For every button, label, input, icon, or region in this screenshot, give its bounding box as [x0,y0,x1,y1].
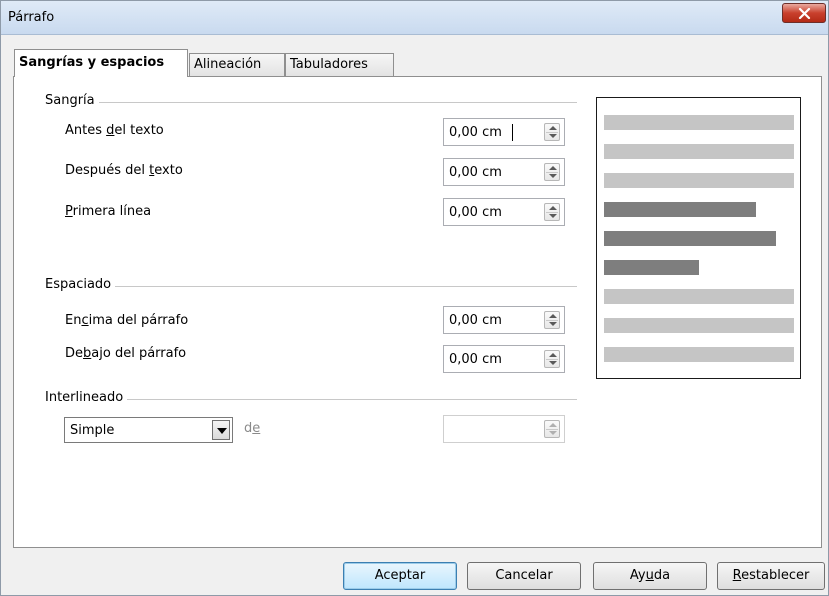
after-text-label: Después del texto [65,163,183,178]
text-cursor [512,124,513,141]
preview-line [604,289,794,304]
first-line-spinbox[interactable]: 0,00 cm [443,198,565,226]
line-spacing-section-title: Interlineado [45,390,128,405]
spin-arrows[interactable] [544,203,560,221]
line-spacing-select[interactable]: Simple [64,417,233,443]
indent-section-title: Sangría [45,93,99,108]
paragraph-dialog: Párrafo Sangrías y espacios Alineación T… [0,0,829,596]
paragraph-preview [596,97,801,379]
dropdown-button[interactable] [212,420,230,440]
before-text-spinbox[interactable]: 0,00 cm [443,118,565,146]
preview-line-current [604,260,699,275]
preview-line [604,347,794,362]
below-paragraph-spinbox[interactable]: 0,00 cm [443,345,565,373]
spin-arrows[interactable] [544,163,560,181]
preview-line-current [604,231,776,246]
above-paragraph-spinbox[interactable]: 0,00 cm [443,306,565,334]
section-divider [45,286,577,287]
after-text-value: 0,00 cm [449,165,502,180]
spin-arrows[interactable] [544,420,560,438]
above-paragraph-value: 0,00 cm [449,313,502,328]
preview-line-current [604,202,756,217]
preview-line [604,144,794,159]
spin-arrows[interactable] [544,123,560,141]
preview-line [604,173,794,188]
first-line-value: 0,00 cm [449,205,502,220]
after-text-spinbox[interactable]: 0,00 cm [443,158,565,186]
above-paragraph-label: Encima del párrafo [65,313,189,328]
section-divider [45,102,577,103]
before-text-label: Antes del texto [65,123,164,138]
spin-arrows[interactable] [544,350,560,368]
spacing-section-title: Espaciado [45,277,116,292]
below-paragraph-value: 0,00 cm [449,352,502,367]
below-paragraph-label: Debajo del párrafo [65,346,187,361]
preview-line [604,318,794,333]
before-text-value: 0,00 cm [449,125,502,140]
line-spacing-value: Simple [70,423,115,438]
spin-arrows[interactable] [544,311,560,329]
chevron-down-icon [217,428,227,434]
of-label: de [244,421,261,436]
first-line-label: Primera línea [65,204,152,219]
preview-line [604,115,794,130]
line-spacing-amount-spinbox[interactable] [443,415,565,443]
